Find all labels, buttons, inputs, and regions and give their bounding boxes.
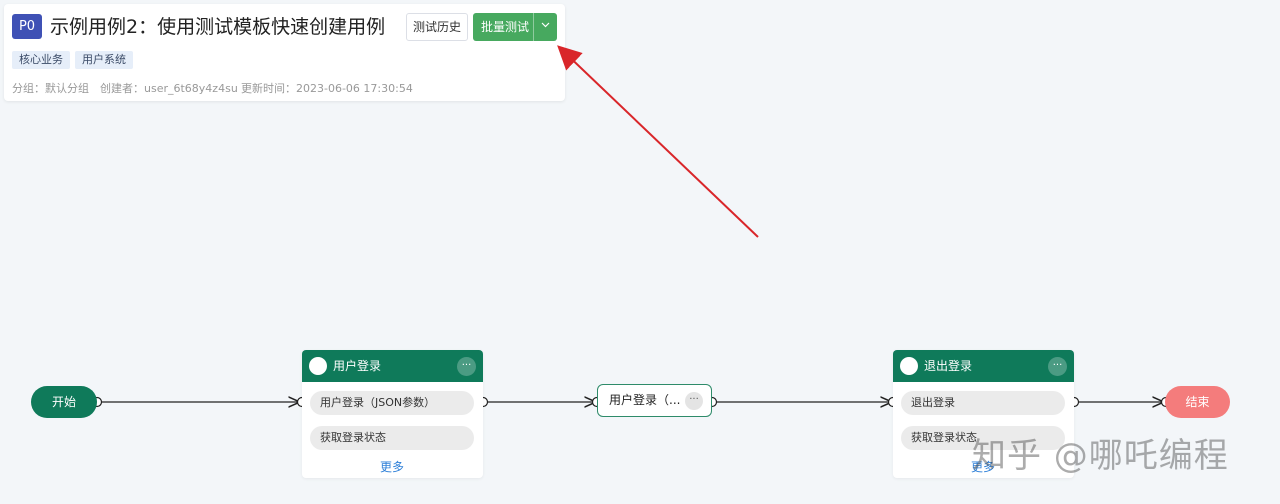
- more-options-icon[interactable]: ···: [457, 357, 476, 376]
- more-link[interactable]: 更多: [380, 458, 404, 475]
- step-logout[interactable]: 退出登录: [901, 391, 1065, 415]
- start-node[interactable]: 开始: [31, 386, 97, 418]
- node-title: 用户登录（...: [609, 393, 681, 407]
- watermark: 知乎 @哪吒编程: [972, 436, 1229, 476]
- end-node[interactable]: 结束: [1165, 386, 1230, 418]
- step-get-login-status[interactable]: 获取登录状态: [310, 426, 474, 450]
- node-avatar: [309, 357, 327, 375]
- more-options-icon[interactable]: ···: [1048, 357, 1067, 376]
- node-header: 用户登录 ···: [302, 350, 483, 382]
- node-title: 退出登录: [924, 359, 973, 373]
- annotation-arrow: [557, 45, 759, 238]
- more-options-icon[interactable]: ···: [685, 392, 703, 410]
- node-header: 退出登录 ···: [893, 350, 1074, 382]
- step-login-json[interactable]: 用户登录（JSON参数）: [310, 391, 474, 415]
- node-avatar: [900, 357, 918, 375]
- node-user-login[interactable]: 用户登录 ··· 用户登录（JSON参数） 获取登录状态 更多: [302, 350, 483, 478]
- node-user-login-collapsed[interactable]: 用户登录（... ···: [597, 384, 712, 417]
- node-title: 用户登录: [333, 359, 382, 373]
